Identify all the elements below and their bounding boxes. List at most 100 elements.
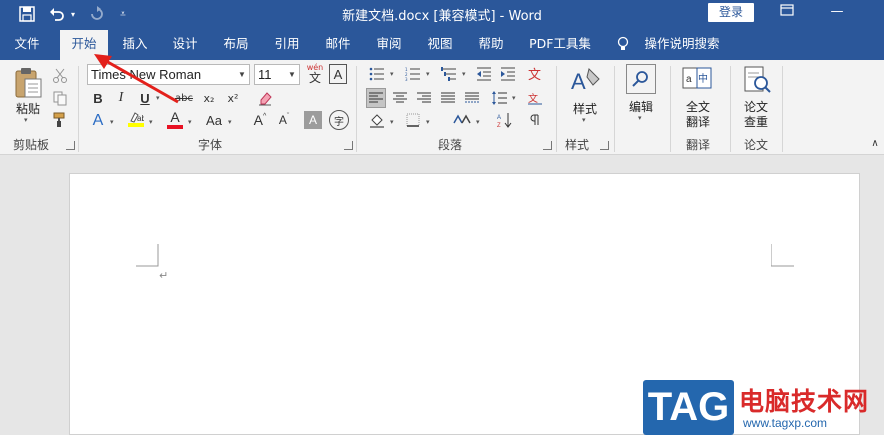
italic-button[interactable]: I [111,88,131,108]
justify-button[interactable] [438,88,458,108]
change-case-button[interactable]: Aa [202,110,226,130]
shading-dropdown-icon[interactable]: ▾ [390,118,394,126]
grow-font-button[interactable]: A ^ [250,110,270,130]
bullets-icon[interactable] [366,64,388,84]
superscript-button[interactable]: x² [222,88,244,108]
font-name-dropdown-icon[interactable]: ▼ [235,65,249,84]
underline-button[interactable]: U [135,88,155,108]
lightbulb-icon[interactable] [612,28,634,60]
font-name-combo[interactable]: Times New Roman ▼ [87,64,250,85]
customize-icon[interactable]: ⩡ [116,4,130,24]
numbering-dropdown-icon[interactable]: ▾ [426,70,430,78]
font-size-combo[interactable]: 11 ▼ [254,64,300,85]
minimize-icon[interactable]: — [826,4,848,22]
tab-review[interactable]: 审阅 [366,28,412,60]
clipboard-group-label: 剪贴板 [12,138,49,152]
clear-formatting-icon[interactable] [254,88,276,108]
strikethrough-button[interactable]: abc [172,88,196,108]
font-launcher-icon[interactable] [344,141,353,150]
sort-special-dropdown-icon[interactable]: ▾ [476,118,480,126]
styles-launcher-icon[interactable] [600,141,609,150]
font-group-label: 字体 [197,138,222,152]
login-button[interactable]: 登录 [708,3,754,22]
tab-insert[interactable]: 插入 [112,28,158,60]
editing-dropdown-icon[interactable]: ▾ [638,114,642,122]
paper-check-label[interactable]: 论文 查重 [736,100,776,130]
tab-layout[interactable]: 布局 [213,28,259,60]
copy-icon[interactable] [50,88,70,108]
tab-references[interactable]: 引用 [264,28,310,60]
undo-dropdown-icon[interactable]: ▾ [68,4,78,24]
tab-home[interactable]: 开始 [60,30,108,60]
paste-icon[interactable] [12,66,44,100]
multilevel-dropdown-icon[interactable]: ▾ [462,70,466,78]
align-left-button[interactable] [366,88,386,108]
tab-file[interactable]: 文件 [4,28,50,60]
highlight-dropdown-icon[interactable]: ▾ [149,118,153,126]
translate-label[interactable]: 全文 翻译 [678,100,718,130]
shrink-font-button[interactable]: Aˇ [274,110,294,130]
asian-layout-icon[interactable]: 文 [524,88,546,108]
align-right-button[interactable] [414,88,434,108]
decrease-indent-icon[interactable] [474,64,494,84]
tab-help[interactable]: 帮助 [468,28,514,60]
shading-icon[interactable] [366,110,388,130]
borders-dropdown-icon[interactable]: ▾ [426,118,430,126]
ribbon-home: 粘贴 ▾ 剪贴板 Times New Roman ▼ 11 ▼ wén 文 A … [0,60,884,155]
clipboard-launcher-icon[interactable] [66,141,75,150]
line-spacing-icon[interactable] [490,88,510,108]
borders-icon[interactable] [402,110,424,130]
ribbon-display-icon[interactable] [776,4,798,22]
phonetic-base: 文 [308,71,321,85]
bullets-dropdown-icon[interactable]: ▾ [390,70,394,78]
distributed-button[interactable] [462,88,482,108]
format-painter-icon[interactable] [50,110,70,130]
tab-mailings[interactable]: 邮件 [315,28,361,60]
save-icon[interactable] [16,4,38,24]
font-size-dropdown-icon[interactable]: ▼ [285,65,299,84]
sort-special-icon[interactable] [450,110,474,130]
font-color-dropdown-icon[interactable]: ▾ [188,118,192,126]
increase-indent-icon[interactable] [498,64,518,84]
translate-icon[interactable]: a中 [680,64,714,96]
paste-dropdown-icon[interactable]: ▾ [24,116,28,124]
tab-design[interactable]: 设计 [162,28,208,60]
chinese-layout-icon[interactable]: 文 [524,64,546,84]
multilevel-list-icon[interactable] [438,64,460,84]
styles-dropdown-icon[interactable]: ▾ [582,116,586,124]
font-color-button[interactable]: A [164,108,186,130]
undo-icon[interactable] [46,4,68,24]
bold-button[interactable]: B [88,88,108,108]
underline-dropdown-icon[interactable]: ▾ [156,94,160,102]
text-effects-button[interactable]: A [88,110,108,132]
styles-label[interactable]: 样式 [566,100,604,117]
paragraph-launcher-icon[interactable] [543,141,552,150]
numbering-icon[interactable]: 123 [402,64,424,84]
char-border-icon[interactable]: A [329,64,347,84]
paste-label[interactable]: 粘贴 [10,100,46,117]
cut-icon[interactable] [50,66,70,86]
editing-label[interactable]: 编辑 [622,98,660,115]
show-marks-icon[interactable] [524,110,546,130]
redo-icon[interactable] [86,4,108,24]
char-shading-button[interactable]: A [304,111,322,129]
phonetic-guide-icon[interactable]: wén 文 [304,62,326,86]
text-effects-dropdown-icon[interactable]: ▾ [110,118,114,126]
collapse-ribbon-icon[interactable]: ∧ [868,136,882,150]
grow-font-letter: A [253,112,264,128]
paper-check-icon[interactable] [740,64,774,96]
tab-pdf-tools[interactable]: PDF工具集 [524,28,596,60]
sort-icon[interactable]: AZ [494,110,516,130]
enclose-chars-button[interactable]: 字 [329,110,349,130]
find-icon[interactable] [626,64,656,94]
align-center-button[interactable] [390,88,410,108]
styles-icon[interactable]: A [568,64,602,98]
highlight-button[interactable]: ab [125,108,147,130]
change-case-dropdown-icon[interactable]: ▾ [228,118,232,126]
tab-view[interactable]: 视图 [417,28,463,60]
line-spacing-dropdown-icon[interactable]: ▾ [512,94,516,102]
subscript-button[interactable]: x₂ [198,88,220,108]
margin-corner-mark [771,244,794,267]
svg-text:ab: ab [137,114,144,123]
tell-me-search[interactable]: 操作说明搜索 [640,28,724,60]
